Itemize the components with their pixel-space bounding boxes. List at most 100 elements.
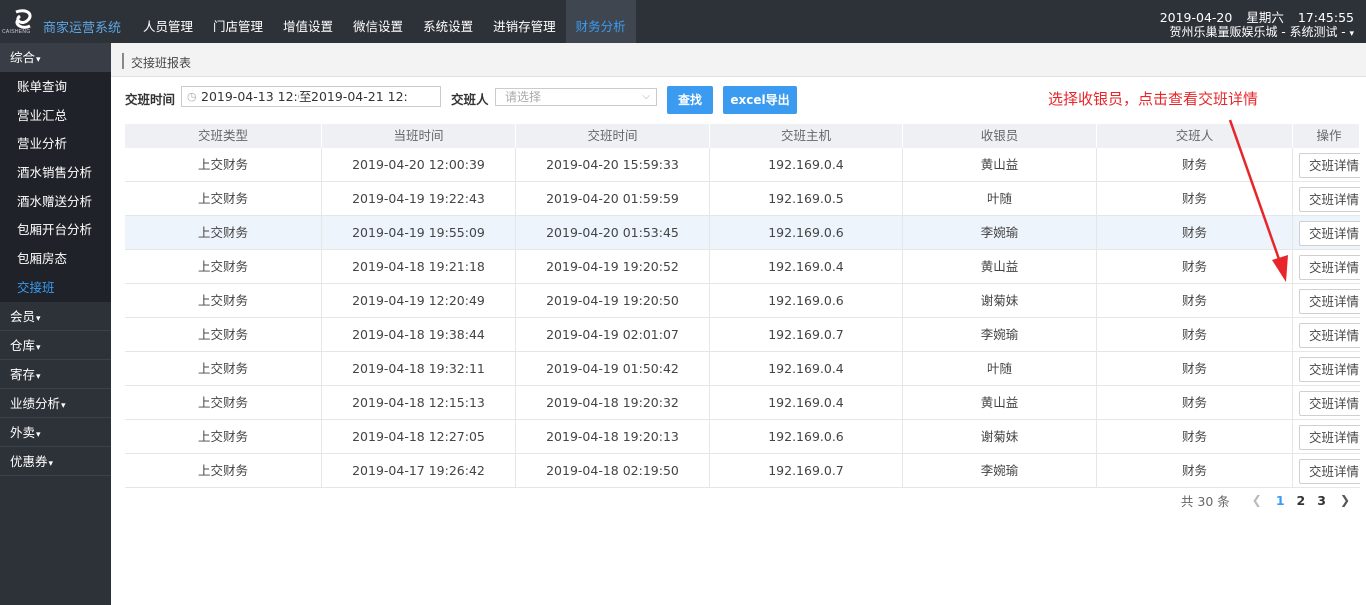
table-row[interactable]: 上交财务 2019-04-18 19:32:11 2019-04-19 01:50:… xyxy=(125,352,1360,386)
date-from-field[interactable]: 2019-04-13 12:00 xyxy=(201,87,299,106)
table-cell: 交班详情 xyxy=(1293,454,1360,487)
table-cell: 谢菊妹 xyxy=(903,284,1097,317)
sidebar-group-1[interactable]: 会员▾ xyxy=(0,302,111,331)
shift-detail-button[interactable]: 交班详情 xyxy=(1299,187,1360,212)
sidebar-group-3[interactable]: 寄存▾ xyxy=(0,360,111,389)
table-cell: 交班详情 xyxy=(1293,420,1360,453)
table-cell: 2019-04-18 19:20:13 xyxy=(516,420,710,453)
header-date: 2019-04-20 xyxy=(1159,10,1233,25)
table-cell: 交班详情 xyxy=(1293,318,1360,351)
shift-detail-button[interactable]: 交班详情 xyxy=(1299,425,1360,450)
shift-detail-button[interactable]: 交班详情 xyxy=(1299,255,1360,280)
chevron-down-icon: ⌵ xyxy=(642,91,650,102)
table-cell: 192.169.0.4 xyxy=(710,148,903,181)
table-row[interactable]: 上交财务 2019-04-19 19:22:43 2019-04-20 01:59:… xyxy=(125,182,1360,216)
date-range-picker[interactable]: ◷ 2019-04-13 12:00 至 2019-04-21 12:00 xyxy=(181,86,441,107)
table-cell: 2019-04-18 19:38:44 xyxy=(322,318,516,351)
nav-item-1[interactable]: 门店管理 xyxy=(203,0,273,43)
table-cell: 财务 xyxy=(1097,352,1293,385)
nav-item-3[interactable]: 微信设置 xyxy=(343,0,413,43)
table-cell: 上交财务 xyxy=(125,318,322,351)
shift-detail-button[interactable]: 交班详情 xyxy=(1299,459,1360,484)
sidebar-group-0[interactable]: 综合▾ xyxy=(0,43,111,72)
table-cell: 192.169.0.6 xyxy=(710,216,903,249)
sidebar-item-2[interactable]: 营业分析 xyxy=(0,129,111,158)
sidebar-item-7[interactable]: 交接班 xyxy=(0,273,111,302)
table-cell: 交班详情 xyxy=(1293,148,1360,181)
caret-down-icon: ▾ xyxy=(36,313,41,324)
column-header-3: 交班主机 xyxy=(710,124,903,148)
shift-detail-button[interactable]: 交班详情 xyxy=(1299,221,1360,246)
shift-person-select[interactable]: 请选择 ⌵ xyxy=(495,88,657,106)
table-cell: 2019-04-17 19:26:42 xyxy=(322,454,516,487)
nav-item-0[interactable]: 人员管理 xyxy=(133,0,203,43)
nav-item-6[interactable]: 财务分析 xyxy=(565,0,636,43)
store-name: 贺州乐巢量贩娱乐城 - 系统测试 - xyxy=(1169,25,1346,39)
table-cell: 2019-04-18 19:21:18 xyxy=(322,250,516,283)
sidebar-group-4[interactable]: 业绩分析▾ xyxy=(0,389,111,418)
column-header-4: 收银员 xyxy=(903,124,1097,148)
total-count: 共 30 条 xyxy=(1180,493,1230,509)
sidebar-group-5[interactable]: 外卖▾ xyxy=(0,418,111,447)
table-cell: 192.169.0.6 xyxy=(710,284,903,317)
sidebar-item-3[interactable]: 酒水销售分析 xyxy=(0,158,111,187)
breadcrumb-marker xyxy=(122,53,124,69)
search-button[interactable]: 查找 xyxy=(667,86,713,114)
table-row[interactable]: 上交财务 2019-04-17 19:26:42 2019-04-18 02:19:… xyxy=(125,454,1360,488)
caret-down-icon: ▾ xyxy=(36,371,41,382)
column-header-1: 当班时间 xyxy=(322,124,516,148)
caret-down-icon: ▾ xyxy=(36,342,41,353)
table-row[interactable]: 上交财务 2019-04-18 19:21:18 2019-04-19 19:20:… xyxy=(125,250,1360,284)
table-cell: 李婉瑜 xyxy=(903,216,1097,249)
column-header-6: 操作 xyxy=(1293,124,1360,148)
shift-detail-button[interactable]: 交班详情 xyxy=(1299,289,1360,314)
table-row[interactable]: 上交财务 2019-04-18 19:38:44 2019-04-19 02:01:… xyxy=(125,318,1360,352)
table-row[interactable]: 上交财务 2019-04-19 12:20:49 2019-04-19 19:20:… xyxy=(125,284,1360,318)
page-number[interactable]: 2 xyxy=(1297,493,1306,508)
top-bar: CAISHENG 商家运营系统 人员管理 门店管理 增值设置 微信设置 系统设置 进销存管… xyxy=(0,0,1366,43)
table-cell: 192.169.0.4 xyxy=(710,386,903,419)
nav-item-5[interactable]: 进销存管理 xyxy=(483,0,566,43)
table-cell: 2019-04-19 19:22:43 xyxy=(322,182,516,215)
nav-item-2[interactable]: 增值设置 xyxy=(273,0,343,43)
page-title: 交接班报表 xyxy=(131,56,192,70)
shift-detail-button[interactable]: 交班详情 xyxy=(1299,323,1360,348)
next-page-icon[interactable]: ❯ xyxy=(1340,493,1350,507)
app-title[interactable]: 商家运营系统 xyxy=(43,17,121,36)
page-number[interactable]: 3 xyxy=(1317,493,1326,508)
sidebar-group-6[interactable]: 优惠券▾ xyxy=(0,447,111,476)
sidebar-group-2[interactable]: 仓库▾ xyxy=(0,331,111,360)
table-row[interactable]: 上交财务 2019-04-20 12:00:39 2019-04-20 15:59:… xyxy=(125,148,1360,182)
prev-page-icon[interactable]: ❮ xyxy=(1252,493,1262,507)
nav-item-4[interactable]: 系统设置 xyxy=(413,0,483,43)
sidebar-item-5[interactable]: 包厢开台分析 xyxy=(0,215,111,244)
table-cell: 2019-04-19 19:20:52 xyxy=(516,250,710,283)
table-cell: 财务 xyxy=(1097,250,1293,283)
sidebar-item-4[interactable]: 酒水赠送分析 xyxy=(0,187,111,216)
shift-person-label: 交班人 xyxy=(451,92,489,107)
clock-icon: ◷ xyxy=(187,90,197,103)
sidebar-item-6[interactable]: 包厢房态 xyxy=(0,244,111,273)
sidebar-item-1[interactable]: 营业汇总 xyxy=(0,101,111,130)
page-number[interactable]: 1 xyxy=(1276,493,1285,508)
sidebar: 综合▾ 账单查询 营业汇总 营业分析 酒水销售分析 酒水赠送分析 包厢开台分析 包厢房态 交接班… xyxy=(0,43,111,605)
table-row[interactable]: 上交财务 2019-04-19 19:55:09 2019-04-20 01:53:… xyxy=(125,216,1360,250)
shift-detail-button[interactable]: 交班详情 xyxy=(1299,153,1360,178)
table-cell: 192.169.0.5 xyxy=(710,182,903,215)
store-selector[interactable]: 贺州乐巢量贩娱乐城 - 系统测试 - ▾ xyxy=(1146,25,1354,42)
table-cell: 黄山益 xyxy=(903,148,1097,181)
chevron-down-icon: ▾ xyxy=(1349,29,1354,39)
shift-detail-button[interactable]: 交班详情 xyxy=(1299,357,1360,382)
table-cell: 财务 xyxy=(1097,216,1293,249)
table-row[interactable]: 上交财务 2019-04-18 12:27:05 2019-04-18 19:20:… xyxy=(125,420,1360,454)
sidebar-group-label: 外卖 xyxy=(10,424,36,440)
table-cell: 财务 xyxy=(1097,318,1293,351)
shift-detail-button[interactable]: 交班详情 xyxy=(1299,391,1360,416)
sidebar-item-0[interactable]: 账单查询 xyxy=(0,72,111,101)
date-to-field[interactable]: 2019-04-21 12:00 xyxy=(311,87,407,106)
excel-export-button[interactable]: excel导出 xyxy=(723,86,797,114)
table-cell: 上交财务 xyxy=(125,216,322,249)
table-row[interactable]: 上交财务 2019-04-18 12:15:13 2019-04-18 19:20:… xyxy=(125,386,1360,420)
caret-down-icon: ▾ xyxy=(48,458,54,469)
sidebar-group-label: 业绩分析 xyxy=(10,395,61,411)
